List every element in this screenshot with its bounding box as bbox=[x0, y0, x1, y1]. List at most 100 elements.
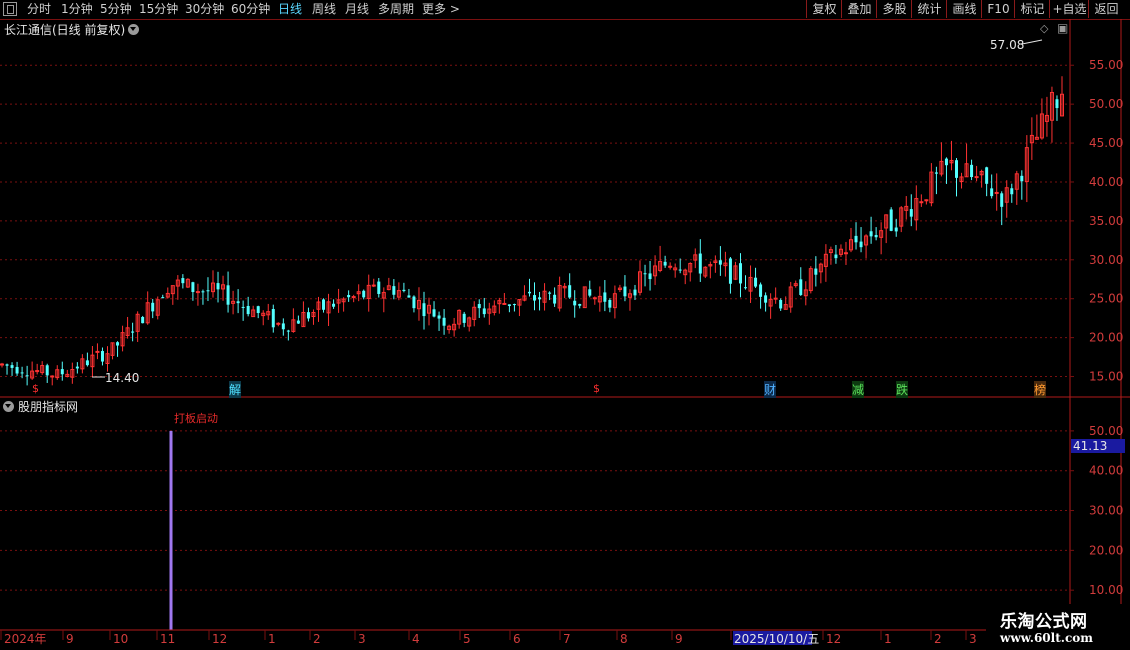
candle-body bbox=[527, 291, 531, 294]
candle-body bbox=[799, 279, 803, 295]
window-toggle-icon[interactable]: ▣ bbox=[1057, 21, 1068, 35]
candle-body bbox=[834, 254, 838, 259]
candle-body bbox=[578, 303, 582, 306]
kline-chart[interactable]: 55.00 50.00 45.00 40.00 35.00 30.00 25.00 20.00… bbox=[0, 0, 1130, 650]
high-price-label: 57.08 bbox=[990, 38, 1025, 52]
candle-body bbox=[377, 281, 381, 294]
event-marker-rank[interactable]: 榜 bbox=[1034, 381, 1047, 398]
candle-body bbox=[322, 299, 326, 310]
candle-body bbox=[141, 316, 145, 324]
indicator-tick-label: 20.00 bbox=[1089, 543, 1123, 557]
candle-body bbox=[246, 305, 250, 315]
candle-body bbox=[955, 160, 959, 178]
candle-body bbox=[548, 292, 552, 294]
low-price-label: 14.40 bbox=[105, 371, 140, 385]
event-marker-dollar[interactable]: $ bbox=[593, 382, 600, 395]
candle-body bbox=[974, 176, 979, 179]
candle-body bbox=[201, 291, 205, 293]
candle-body bbox=[306, 312, 310, 319]
candle-body bbox=[236, 301, 240, 304]
candle-body bbox=[1010, 188, 1014, 195]
date-tick-label: 11 bbox=[160, 632, 175, 646]
diamond-icon[interactable]: ◇ bbox=[1040, 22, 1048, 35]
candle-body bbox=[432, 309, 436, 317]
date-tick-label: 5 bbox=[463, 632, 471, 646]
event-marker-dollar[interactable]: $ bbox=[32, 382, 39, 395]
date-tick-label: 10 bbox=[113, 632, 128, 646]
price-tick-label: 25.00 bbox=[1089, 292, 1123, 306]
candle-body bbox=[924, 199, 929, 202]
candle-body bbox=[668, 265, 673, 268]
high-pointer-line bbox=[1021, 39, 1043, 45]
date-tick-label: 3 bbox=[358, 632, 366, 646]
candle-body bbox=[15, 366, 19, 374]
candle-body bbox=[0, 363, 4, 366]
candle-body bbox=[362, 290, 366, 298]
candle-body bbox=[60, 369, 64, 375]
candle-body bbox=[889, 209, 893, 231]
indicator-series bbox=[169, 430, 173, 630]
date-tick-label: 1 bbox=[884, 632, 892, 646]
event-marker-reduce[interactable]: 减 bbox=[852, 381, 865, 398]
candle-body bbox=[608, 299, 612, 308]
candle-body bbox=[286, 330, 290, 332]
candle-body bbox=[181, 278, 185, 284]
candle-body bbox=[874, 234, 878, 238]
grid-lines bbox=[0, 64, 1070, 591]
candle-body bbox=[854, 235, 858, 243]
candle-body bbox=[663, 261, 667, 266]
candle-body bbox=[95, 350, 100, 353]
candle-body bbox=[573, 300, 577, 306]
candle-body bbox=[116, 342, 120, 346]
indicator-tick-label: 30.00 bbox=[1089, 504, 1123, 518]
current-value-badge: 41.13 bbox=[1071, 439, 1125, 453]
chevron-down-icon[interactable] bbox=[128, 24, 139, 35]
chevron-down-icon[interactable] bbox=[3, 401, 14, 412]
watermark-title: 乐淘公式网 bbox=[1000, 612, 1088, 632]
candle-body bbox=[407, 295, 411, 298]
candle-body bbox=[773, 297, 778, 300]
date-tick-label: 12 bbox=[826, 632, 841, 646]
candle-body bbox=[909, 209, 913, 217]
candle-body bbox=[482, 308, 486, 315]
candle-body bbox=[588, 289, 592, 296]
candle-body bbox=[603, 292, 607, 302]
event-marker-finance[interactable]: 财 bbox=[764, 381, 777, 398]
candle-body bbox=[738, 263, 742, 284]
candle-body bbox=[512, 304, 516, 306]
date-tick-label: 3 bbox=[969, 632, 977, 646]
candle-body bbox=[869, 231, 873, 237]
candle-body bbox=[759, 284, 763, 297]
candle-body bbox=[944, 158, 948, 166]
event-marker-unlock[interactable]: 解 bbox=[229, 381, 242, 398]
candle-body bbox=[10, 365, 14, 368]
candle-body bbox=[744, 287, 748, 289]
candle-body bbox=[894, 227, 898, 232]
event-marker-drop[interactable]: 跌 bbox=[896, 381, 909, 398]
candlestick-series bbox=[0, 76, 1064, 386]
date-tick-label: 4 bbox=[412, 632, 420, 646]
candle-body bbox=[718, 260, 722, 265]
date-tick-label: 2025/10/10/五 bbox=[734, 632, 819, 646]
date-axis: 2024年 9 10 11 12 1 2 3 4 5 6 7 8 9 2025/10/10/五 12 1 2 3 bbox=[0, 630, 977, 646]
candle-body bbox=[75, 366, 79, 369]
indicator-title: 股朋指标网 bbox=[18, 400, 79, 414]
date-tick-label: 8 bbox=[620, 632, 628, 646]
candle-body bbox=[281, 323, 285, 330]
candle-body bbox=[20, 372, 24, 374]
candle-body bbox=[990, 188, 994, 197]
price-tick-label: 40.00 bbox=[1089, 175, 1123, 189]
candle-body bbox=[985, 167, 989, 184]
candle-body bbox=[5, 364, 9, 366]
candle-body bbox=[161, 297, 165, 299]
price-tick-label: 15.00 bbox=[1089, 370, 1123, 384]
indicator-tick-label: 10.00 bbox=[1089, 583, 1123, 597]
candle-body bbox=[371, 284, 376, 287]
candle-body bbox=[462, 313, 466, 323]
price-tick-label: 45.00 bbox=[1089, 136, 1123, 150]
candle-body bbox=[843, 252, 848, 255]
candle-body bbox=[351, 296, 356, 299]
indicator-tick-label: 40.00 bbox=[1089, 464, 1123, 478]
price-axis: 55.00 50.00 45.00 40.00 35.00 30.00 25.00 20.00… bbox=[1070, 58, 1123, 384]
candle-body bbox=[538, 297, 542, 300]
